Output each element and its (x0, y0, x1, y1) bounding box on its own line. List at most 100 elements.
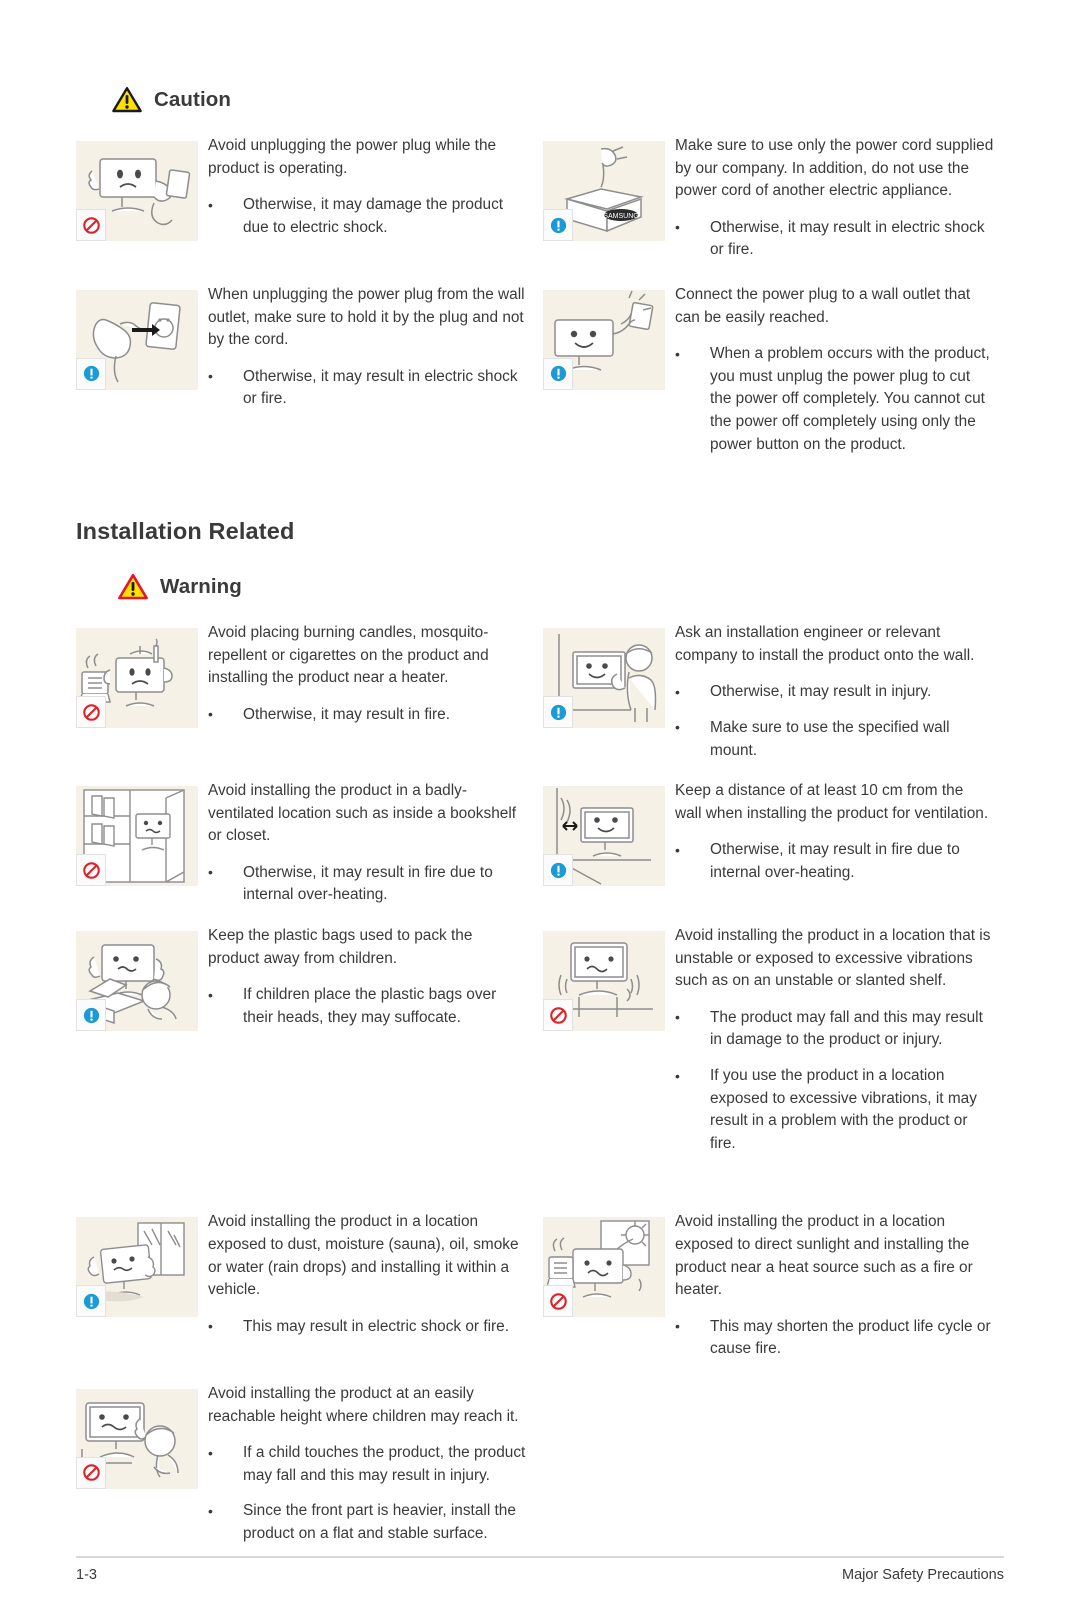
advisory-text: Keep a distance of at least 10 cm from t… (675, 780, 1010, 907)
bullet-item: Otherwise, it may result in fire. (208, 703, 527, 727)
mandatory-exclamation-icon (543, 357, 573, 390)
advisory-text: Avoid installing the product in a locati… (675, 1211, 1010, 1361)
advisory-text: Avoid installing the product at an easil… (208, 1383, 543, 1546)
advisory-item: When unplugging the power plug from the … (76, 284, 543, 456)
advisory-lead: Avoid installing the product in a locati… (675, 927, 991, 990)
advisory-item: Avoid unplugging the power plug while th… (76, 135, 543, 262)
advisory-row: When unplugging the power plug from the … (76, 284, 1010, 456)
advisory-item: Avoid installing the product in a locati… (76, 1211, 543, 1361)
illustration-wrap (543, 284, 675, 456)
advisory-item: Connect the power plug to a wall outlet … (543, 284, 1010, 456)
prohibition-icon (76, 854, 106, 887)
footer-chapter-title: Major Safety Precautions (842, 1567, 1004, 1583)
bullet-item: Make sure to use the specified wall moun… (675, 716, 994, 762)
bullet-item: If children place the plastic bags over … (208, 984, 527, 1029)
caution-heading: Caution (112, 86, 1080, 113)
mandatory-exclamation-icon (543, 854, 573, 887)
advisory-item: Avoid installing the product in a badly-… (76, 780, 543, 907)
prohibition-icon (76, 696, 106, 729)
svg-text:SAMSUNG: SAMSUNG (603, 213, 638, 220)
illustration-hand-pulling-plug-from-outlet (76, 289, 198, 390)
illustration-wrap (543, 1211, 675, 1361)
advisory-text: When unplugging the power plug from the … (208, 284, 543, 456)
prohibition-icon (543, 1285, 573, 1318)
page-number: 1-3 (76, 1567, 97, 1583)
advisory-text: Avoid installing the product in a locati… (675, 925, 1010, 1155)
warning-advisory-grid: Avoid placing burning candles, mosquito-… (76, 622, 1010, 1545)
advisory-lead: Avoid installing the product at an easil… (208, 1384, 519, 1425)
advisory-bullets: The product may fall and this may result… (675, 1006, 994, 1156)
illustration-monitor-exposed-to-rain (76, 1217, 198, 1318)
advisory-text: Connect the power plug to a wall outlet … (675, 284, 1010, 456)
advisory-lead: Keep a distance of at least 10 cm from t… (675, 782, 989, 822)
bullet-item: If you use the product in a location exp… (675, 1065, 994, 1155)
advisory-lead: Avoid installing the product in a badly-… (208, 782, 517, 845)
advisory-lead: Ask an installation engineer or relevant… (675, 624, 975, 664)
advisory-bullets: When a problem occurs with the product, … (675, 343, 994, 456)
illustration-monitor-distance-from-wall (543, 786, 665, 887)
advisory-lead: Make sure to use only the power cord sup… (675, 137, 994, 200)
advisory-item: SAMSUNG Make sure to use only the power … (543, 135, 1010, 262)
advisory-bullets: If a child touches the product, the prod… (208, 1442, 527, 1545)
page-title: Installation Related (76, 518, 295, 545)
mandatory-exclamation-icon (76, 357, 106, 390)
advisory-lead: Avoid installing the product in a locati… (208, 1213, 519, 1299)
illustration-monitor-in-direct-sunlight-near-heater (543, 1217, 665, 1318)
illustration-child-reaching-monitor (76, 1388, 198, 1489)
illustration-wrap (76, 284, 208, 456)
illustration-wrap (543, 780, 675, 907)
illustration-monitor-inside-bookshelf (76, 786, 198, 887)
illustration-wrap (76, 780, 208, 907)
page-footer: 1-3 Major Safety Precautions (76, 1556, 1004, 1583)
bullet-item: Otherwise, it may result in electric sho… (675, 216, 994, 262)
advisory-text: Keep the plastic bags used to pack the p… (208, 925, 543, 1155)
illustration-wrap (76, 1383, 208, 1546)
illustration-child-with-plastic-bags (76, 931, 198, 1032)
bullet-item: Since the front part is heavier, install… (208, 1500, 527, 1545)
advisory-lead: Avoid unplugging the power plug while th… (208, 137, 497, 177)
illustration-wrap (543, 622, 675, 762)
advisory-lead: Avoid placing burning candles, mosquito-… (208, 624, 489, 687)
advisory-bullets: Otherwise, it may result in electric sho… (208, 365, 527, 411)
footer-divider (76, 1556, 1004, 1558)
mandatory-exclamation-icon (543, 696, 573, 729)
illustration-engineer-installing-wall-mount (543, 628, 665, 729)
bullet-item: Otherwise, it may result in injury. (675, 681, 994, 704)
advisory-lead: Avoid installing the product in a locati… (675, 1213, 973, 1299)
illustration-monitor-near-heater-and-candles (76, 628, 198, 729)
advisory-item: Avoid installing the product in a locati… (543, 1211, 1010, 1361)
prohibition-icon (543, 999, 573, 1032)
illustration-wrap (76, 925, 208, 1155)
advisory-bullets: Otherwise, it may result in injury. Make… (675, 681, 994, 762)
advisory-bullets: Otherwise, it may result in fire. (208, 703, 527, 727)
illustration-monitor-on-unstable-shelf (543, 931, 665, 1032)
bullet-item: This may shorten the product life cycle … (675, 1315, 994, 1361)
bullet-item: This may result in electric shock or fir… (208, 1315, 527, 1339)
illustration-monitor-unplugging-cord (76, 141, 198, 241)
advisory-text: Avoid installing the product in a badly-… (208, 780, 543, 907)
advisory-lead: When unplugging the power plug from the … (208, 285, 525, 349)
advisory-text: Avoid installing the product in a locati… (208, 1211, 543, 1361)
advisory-bullets: Otherwise, it may result in electric sho… (675, 216, 994, 262)
illustration-wrap (76, 135, 208, 262)
bullet-item: Otherwise, it may damage the product due… (208, 194, 527, 239)
illustration-power-cord-in-box: SAMSUNG (543, 141, 665, 241)
warning-label: Warning (160, 574, 242, 598)
advisory-text: Ask an installation engineer or relevant… (675, 622, 1010, 762)
caution-label: Caution (154, 87, 231, 111)
caution-advisory-grid: Avoid unplugging the power plug while th… (76, 135, 1010, 456)
warning-triangle-black-icon (112, 86, 142, 113)
illustration-wrap (76, 1211, 208, 1361)
advisory-item: Keep the plastic bags used to pack the p… (76, 925, 543, 1155)
illustration-monitor-plugged-to-wall-outlet (543, 289, 665, 390)
advisory-bullets: This may shorten the product life cycle … (675, 1315, 994, 1361)
bullet-item: Otherwise, it may result in fire due to … (208, 861, 527, 907)
advisory-row: Keep the plastic bags used to pack the p… (76, 925, 1010, 1155)
bullet-item: When a problem occurs with the product, … (675, 343, 994, 456)
advisory-item-empty (543, 1383, 1010, 1546)
advisory-row: Avoid installing the product in a badly-… (76, 780, 1010, 907)
illustration-wrap: SAMSUNG (543, 135, 675, 262)
advisory-row: Avoid placing burning candles, mosquito-… (76, 622, 1010, 762)
advisory-item: Ask an installation engineer or relevant… (543, 622, 1010, 762)
advisory-text: Avoid unplugging the power plug while th… (208, 135, 543, 262)
